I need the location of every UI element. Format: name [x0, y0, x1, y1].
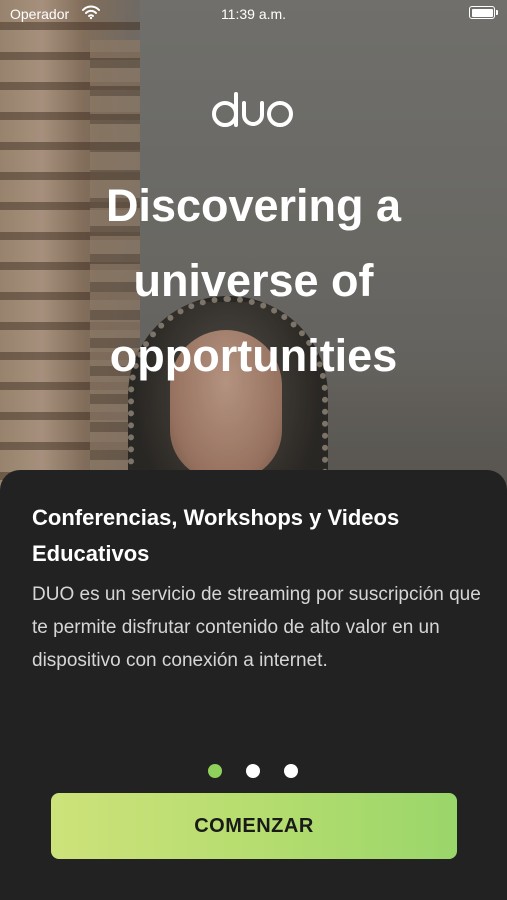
hero-headline: Discovering a universe of opportunities	[0, 168, 507, 393]
start-button[interactable]: COMENZAR	[51, 793, 457, 859]
page-dot-1[interactable]	[208, 764, 222, 778]
onboarding-title: Conferencias, Workshops y Videos Educati…	[32, 505, 400, 566]
headline-line-2: universe of	[133, 255, 374, 306]
onboarding-description: DUO es un servicio de streaming por susc…	[32, 584, 481, 671]
page-indicator	[0, 764, 507, 778]
onboarding-sheet: Conferencias, Workshops y Videos Educati…	[0, 470, 507, 900]
headline-line-3: opportunities	[109, 330, 398, 381]
duo-logo: duo	[208, 88, 298, 128]
status-bar: Operador 11:39 a.m.	[0, 0, 507, 28]
clock-time: 11:39 a.m.	[220, 6, 287, 22]
page-dot-2[interactable]	[246, 764, 260, 778]
headline-line-1: Discovering a	[105, 180, 402, 231]
battery-icon	[469, 6, 498, 19]
page-dot-3[interactable]	[284, 764, 298, 778]
